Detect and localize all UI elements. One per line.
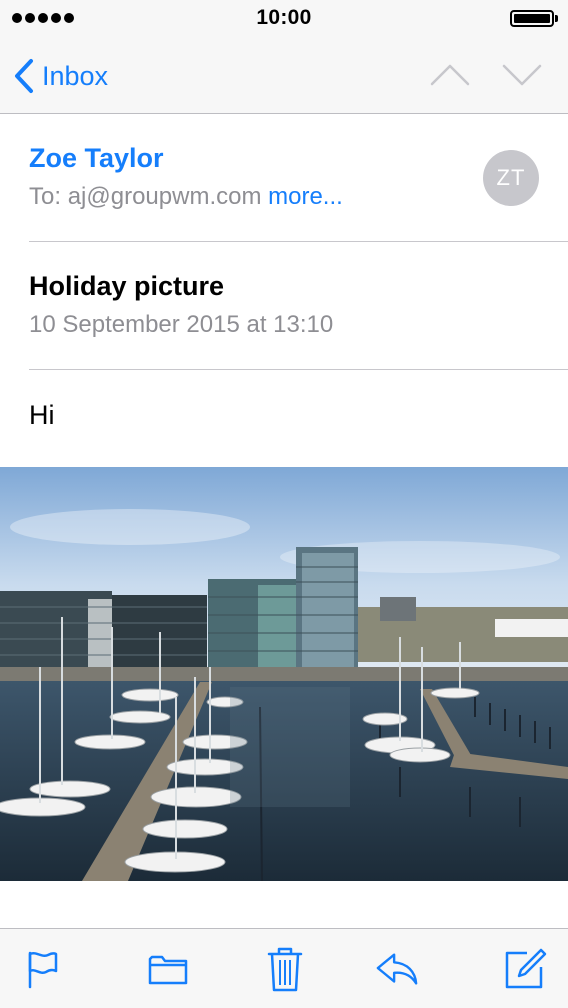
reply-button[interactable]: [375, 947, 419, 991]
attached-photo[interactable]: [0, 467, 568, 881]
battery-icon: [510, 10, 558, 27]
message-body: Hi: [29, 400, 55, 430]
delete-button[interactable]: [263, 947, 307, 992]
folder-icon: [148, 955, 188, 985]
trash-icon: [267, 947, 303, 992]
navigation-bar: Inbox: [0, 36, 568, 114]
flag-icon: [28, 951, 58, 989]
compose-icon: [505, 948, 547, 989]
message-subject: Holiday picture: [29, 271, 225, 301]
previous-message-button[interactable]: [430, 60, 470, 90]
chevron-left-icon: [15, 59, 33, 93]
reply-icon: [376, 953, 418, 985]
status-time: 10:00: [256, 6, 312, 29]
to-label: To:: [29, 183, 62, 210]
next-message-button[interactable]: [502, 60, 542, 90]
status-bar: 10:00: [0, 0, 568, 36]
back-label: Inbox: [42, 60, 109, 91]
compose-button[interactable]: [503, 947, 547, 991]
back-to-inbox-button[interactable]: Inbox: [14, 56, 108, 96]
recipient-line: To: aj@groupwm.com more...: [29, 183, 343, 211]
more-recipients-link[interactable]: more...: [268, 183, 343, 210]
avatar: ZT: [483, 150, 539, 206]
chevron-up-icon: [430, 64, 470, 86]
bottom-toolbar: [0, 928, 568, 1008]
message-date: 10 September 2015 at 13:10: [29, 311, 334, 338]
flag-button[interactable]: [20, 947, 64, 991]
divider: [29, 369, 568, 370]
chevron-down-icon: [502, 64, 542, 86]
divider: [29, 241, 568, 242]
move-to-folder-button[interactable]: [146, 947, 190, 991]
sender-name[interactable]: Zoe Taylor: [29, 143, 164, 174]
recipient-address[interactable]: aj@groupwm.com: [68, 183, 262, 210]
